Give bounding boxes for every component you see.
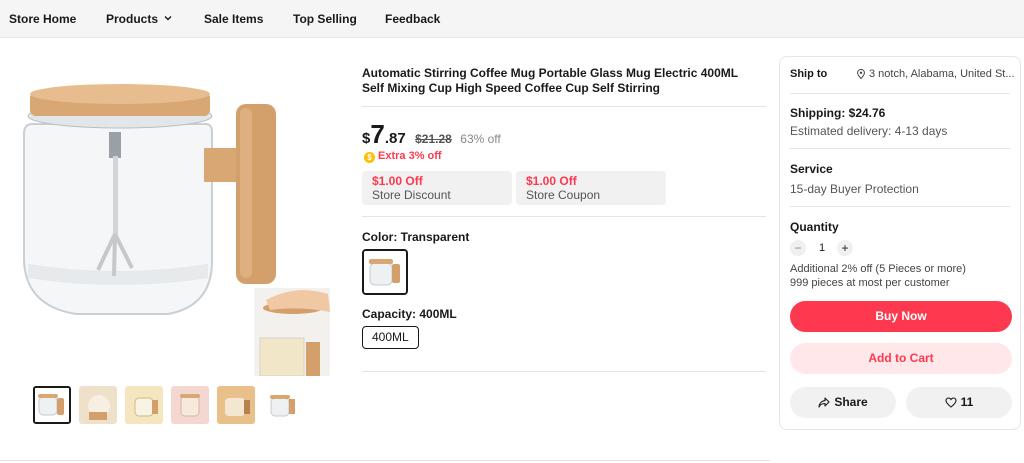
quantity-value[interactable]: 1 — [819, 242, 825, 254]
capacity-label: Capacity: 400ML — [362, 307, 457, 321]
coupon-label: Store Discount — [372, 188, 451, 202]
chevron-down-icon — [164, 16, 172, 21]
estimated-delivery: Estimated delivery: 4-13 days — [790, 124, 948, 138]
quantity-increase-button[interactable]: + — [837, 240, 853, 256]
nav-feedback[interactable]: Feedback — [385, 0, 440, 38]
purchase-panel: Ship to 3 notch, Alabama, United St... S… — [779, 56, 1021, 430]
share-icon — [818, 397, 830, 408]
product-title: Automatic Stirring Coffee Mug Portable G… — [362, 66, 738, 95]
nav-sale-items[interactable]: Sale Items — [204, 0, 263, 38]
main-product-image[interactable] — [18, 56, 330, 376]
discount-percent: 63% off — [460, 132, 501, 146]
ship-divider — [790, 93, 1010, 94]
coupon-amount: $1.00 Off — [372, 174, 423, 188]
quantity-decrease-button[interactable]: − — [790, 240, 806, 256]
title-divider — [362, 106, 766, 107]
price-row: $7.87 $21.28 63% off — [362, 119, 501, 149]
nav-products-label: Products — [106, 12, 159, 26]
store-coupon[interactable]: $1.00 Off Store Coupon — [516, 171, 666, 205]
options-divider — [362, 371, 766, 372]
mug-illustration — [23, 84, 330, 376]
service-value: 15-day Buyer Protection — [790, 182, 919, 196]
location-pin-icon — [857, 69, 865, 79]
coupon-label: Store Coupon — [526, 188, 601, 202]
buy-now-button[interactable]: Buy Now — [790, 301, 1012, 332]
wishlist-count: 11 — [960, 395, 974, 409]
thumbnail-5[interactable] — [217, 386, 255, 424]
purchase-limit-note: 999 pieces at most per customer — [790, 277, 950, 289]
quantity-title: Quantity — [790, 220, 839, 234]
nav-store-home[interactable]: Store Home — [9, 0, 76, 38]
ship-to-label: Ship to — [790, 68, 828, 80]
coupon-divider — [362, 216, 766, 217]
store-nav-bar: Store Home Products Sale Items Top Selli… — [0, 0, 1024, 38]
service-divider — [790, 206, 1010, 207]
shipping-cost: Shipping: $24.76 — [790, 106, 886, 120]
color-option-transparent[interactable] — [362, 249, 408, 295]
coupon-amount: $1.00 Off — [526, 174, 577, 188]
original-price: $21.28 — [415, 132, 452, 146]
share-label: Share — [834, 395, 868, 409]
shipping-divider — [790, 148, 1010, 149]
bulk-discount-note: Additional 2% off (5 Pieces or more) — [790, 263, 966, 275]
coin-icon: $ — [364, 152, 375, 163]
capacity-option-400ml[interactable]: 400ML — [362, 326, 419, 349]
thumbnail-4[interactable] — [171, 386, 209, 424]
thumbnail-3[interactable] — [125, 386, 163, 424]
extra-discount-label: Extra 3% off — [378, 150, 442, 162]
heart-icon — [945, 397, 957, 408]
add-to-cart-button[interactable]: Add to Cart — [790, 343, 1012, 374]
nav-products[interactable]: Products — [106, 0, 172, 38]
ship-to-location[interactable]: 3 notch, Alabama, United St... — [857, 68, 1015, 80]
thumbnail-1[interactable] — [33, 386, 71, 424]
price-integer: 7 — [370, 119, 385, 149]
service-title: Service — [790, 162, 833, 176]
wishlist-button[interactable]: 11 — [906, 387, 1012, 418]
store-discount-coupon[interactable]: $1.00 Off Store Discount — [362, 171, 512, 205]
thumbnail-2[interactable] — [79, 386, 117, 424]
price-decimal: .87 — [384, 130, 406, 147]
bottom-divider — [0, 460, 770, 461]
ship-to-value: 3 notch, Alabama, United St... — [869, 68, 1015, 80]
nav-top-selling[interactable]: Top Selling — [293, 0, 357, 38]
thumbnail-6[interactable] — [263, 386, 301, 424]
color-label: Color: Transparent — [362, 230, 470, 244]
share-button[interactable]: Share — [790, 387, 896, 418]
extra-discount: $ Extra 3% off — [364, 150, 442, 163]
